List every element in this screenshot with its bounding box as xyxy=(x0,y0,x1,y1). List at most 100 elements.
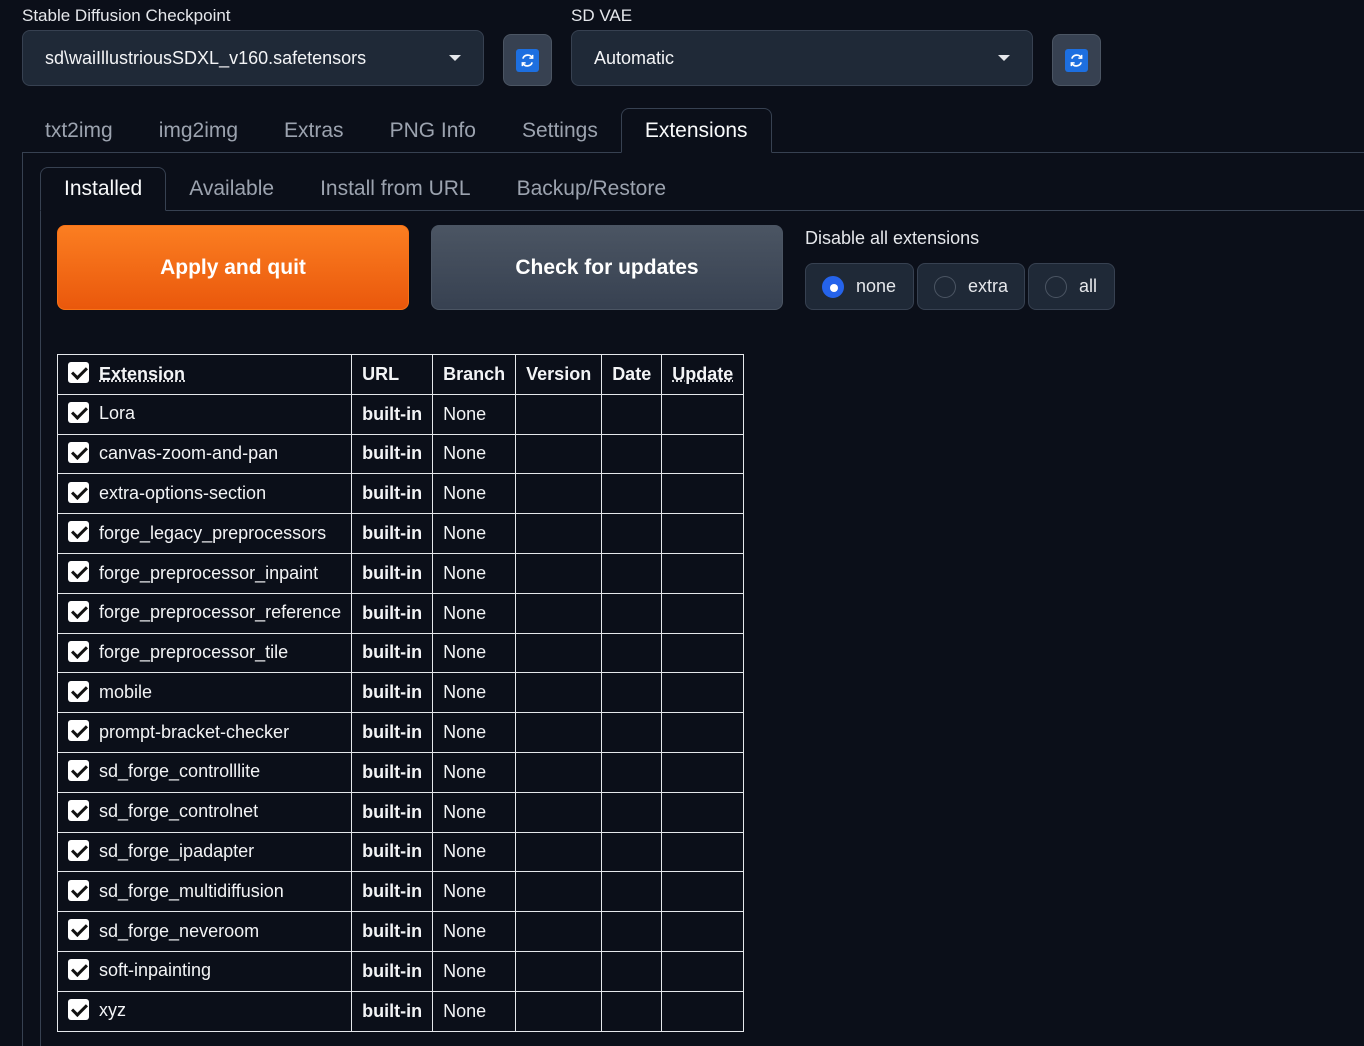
header-extension-label: Extension xyxy=(99,363,186,384)
extension-checkbox-icon[interactable] xyxy=(68,601,89,623)
check-for-updates-button[interactable]: Check for updates xyxy=(431,225,783,310)
update-cell xyxy=(661,911,745,952)
branch-cell: None xyxy=(432,712,517,753)
tab-available[interactable]: Available xyxy=(166,167,297,211)
branch-cell: None xyxy=(432,871,517,913)
refresh-checkpoint-button[interactable] xyxy=(503,34,552,86)
update-cell xyxy=(661,592,745,634)
tab-extensions[interactable]: Extensions xyxy=(620,108,772,153)
branch-cell: None xyxy=(432,433,517,475)
extension-cell: soft-inpainting xyxy=(56,950,353,992)
extension-checkbox-icon[interactable] xyxy=(68,720,89,742)
extension-checkbox-icon[interactable] xyxy=(68,760,89,782)
radio-all-label: all xyxy=(1079,276,1098,296)
version-cell xyxy=(515,393,603,435)
extension-cell: forge_legacy_preprocessors xyxy=(56,513,353,554)
vae-value: Automatic xyxy=(594,47,675,68)
extension-checkbox-icon[interactable] xyxy=(68,879,89,901)
date-cell xyxy=(601,433,663,475)
radio-extra[interactable]: extra xyxy=(917,263,1025,310)
extension-name: forge_preprocessor_reference xyxy=(99,602,342,623)
extension-cell: sd_forge_ipadapter xyxy=(56,831,353,873)
version-cell xyxy=(515,831,603,873)
table-row: forge_preprocessor_reference built-in None xyxy=(56,592,745,634)
table-row: extra-options-section built-in None xyxy=(56,473,745,515)
extension-checkbox-icon[interactable] xyxy=(68,999,89,1021)
extension-cell: sd_forge_multidiffusion xyxy=(56,871,353,913)
branch-cell: None xyxy=(432,751,517,793)
extension-checkbox-icon[interactable] xyxy=(68,561,89,583)
tab-png-info[interactable]: PNG Info xyxy=(367,108,499,153)
url-cell: built-in xyxy=(351,990,434,1032)
url-cell: built-in xyxy=(351,791,434,833)
extension-checkbox-icon[interactable] xyxy=(68,521,89,543)
extension-checkbox-icon[interactable] xyxy=(68,839,89,861)
branch-cell: None xyxy=(432,473,517,515)
vae-dropdown[interactable]: Automatic xyxy=(571,30,1033,86)
extension-checkbox-icon[interactable] xyxy=(68,402,89,424)
radio-all[interactable]: all xyxy=(1028,263,1115,310)
radio-none[interactable]: none xyxy=(805,263,914,310)
tab-img2img[interactable]: img2img xyxy=(136,108,261,153)
tab-settings[interactable]: Settings xyxy=(499,108,621,153)
url-cell: built-in xyxy=(351,911,434,952)
refresh-icon xyxy=(1065,48,1088,72)
update-cell xyxy=(661,672,745,714)
date-cell xyxy=(601,950,663,992)
extension-checkbox-icon[interactable] xyxy=(68,800,89,822)
branch-cell: None xyxy=(432,831,517,873)
header-extension[interactable]: Extension xyxy=(56,354,353,395)
date-cell xyxy=(601,473,663,515)
extension-name: sd_forge_controlllite xyxy=(99,761,261,782)
select-all-checkbox-icon[interactable] xyxy=(68,362,89,384)
tab-extras[interactable]: Extras xyxy=(261,108,367,153)
date-cell xyxy=(601,751,663,793)
table-row: sd_forge_controlnet built-in None xyxy=(56,791,745,833)
url-cell: built-in xyxy=(351,393,434,435)
extension-checkbox-icon[interactable] xyxy=(68,481,89,503)
extension-cell: forge_preprocessor_tile xyxy=(56,632,353,674)
extension-cell: sd_forge_controlllite xyxy=(56,751,353,793)
extension-name: forge_legacy_preprocessors xyxy=(99,522,327,543)
sub-tabs: Installed Available Install from URL Bac… xyxy=(40,167,689,211)
extension-cell: Lora xyxy=(56,393,353,435)
extension-name: sd_forge_neveroom xyxy=(99,920,260,941)
extensions-table-body: Lora built-in None canvas-zoom-and-pan built… xyxy=(56,393,745,1032)
refresh-vae-button[interactable] xyxy=(1052,34,1101,86)
version-cell xyxy=(515,513,603,554)
url-cell: built-in xyxy=(351,552,434,594)
update-cell xyxy=(661,632,745,674)
table-row: xyz built-in None xyxy=(56,990,745,1032)
tab-installed[interactable]: Installed xyxy=(40,167,167,211)
version-cell xyxy=(515,871,603,913)
update-cell xyxy=(661,552,745,594)
radio-extra-label: extra xyxy=(967,276,1008,296)
extension-checkbox-icon[interactable] xyxy=(68,441,89,463)
extension-cell: mobile xyxy=(56,672,353,714)
tab-backup-restore[interactable]: Backup/Restore xyxy=(494,167,689,211)
extension-cell: sd_forge_neveroom xyxy=(56,911,353,952)
tab-txt2img[interactable]: txt2img xyxy=(22,108,136,153)
extension-checkbox-icon[interactable] xyxy=(68,959,89,981)
main-tabs: txt2img img2img Extras PNG Info Settings… xyxy=(22,108,772,153)
date-cell xyxy=(601,990,663,1032)
table-row: sd_forge_ipadapter built-in None xyxy=(56,831,745,873)
extension-checkbox-icon[interactable] xyxy=(68,680,89,702)
date-cell xyxy=(601,791,663,833)
branch-cell: None xyxy=(432,632,517,674)
checkpoint-dropdown[interactable]: sd\waiIllustriousSDXL_v160.safetensors xyxy=(22,30,484,86)
extension-checkbox-icon[interactable] xyxy=(68,640,89,662)
table-row: sd_forge_multidiffusion built-in None xyxy=(56,871,745,913)
tab-install-from-url[interactable]: Install from URL xyxy=(297,167,494,211)
apply-and-quit-button[interactable]: Apply and quit xyxy=(57,225,409,310)
vae-label: SD VAE xyxy=(571,6,633,25)
date-cell xyxy=(601,831,663,873)
extension-name: sd_forge_ipadapter xyxy=(99,841,255,862)
extension-name: xyz xyxy=(99,1000,126,1021)
radio-unselected-icon xyxy=(1045,275,1067,298)
version-cell xyxy=(515,950,603,992)
extension-cell: sd_forge_controlnet xyxy=(56,791,353,833)
extension-checkbox-icon[interactable] xyxy=(68,919,89,941)
update-cell xyxy=(661,712,745,753)
header-branch: Branch xyxy=(432,354,517,395)
